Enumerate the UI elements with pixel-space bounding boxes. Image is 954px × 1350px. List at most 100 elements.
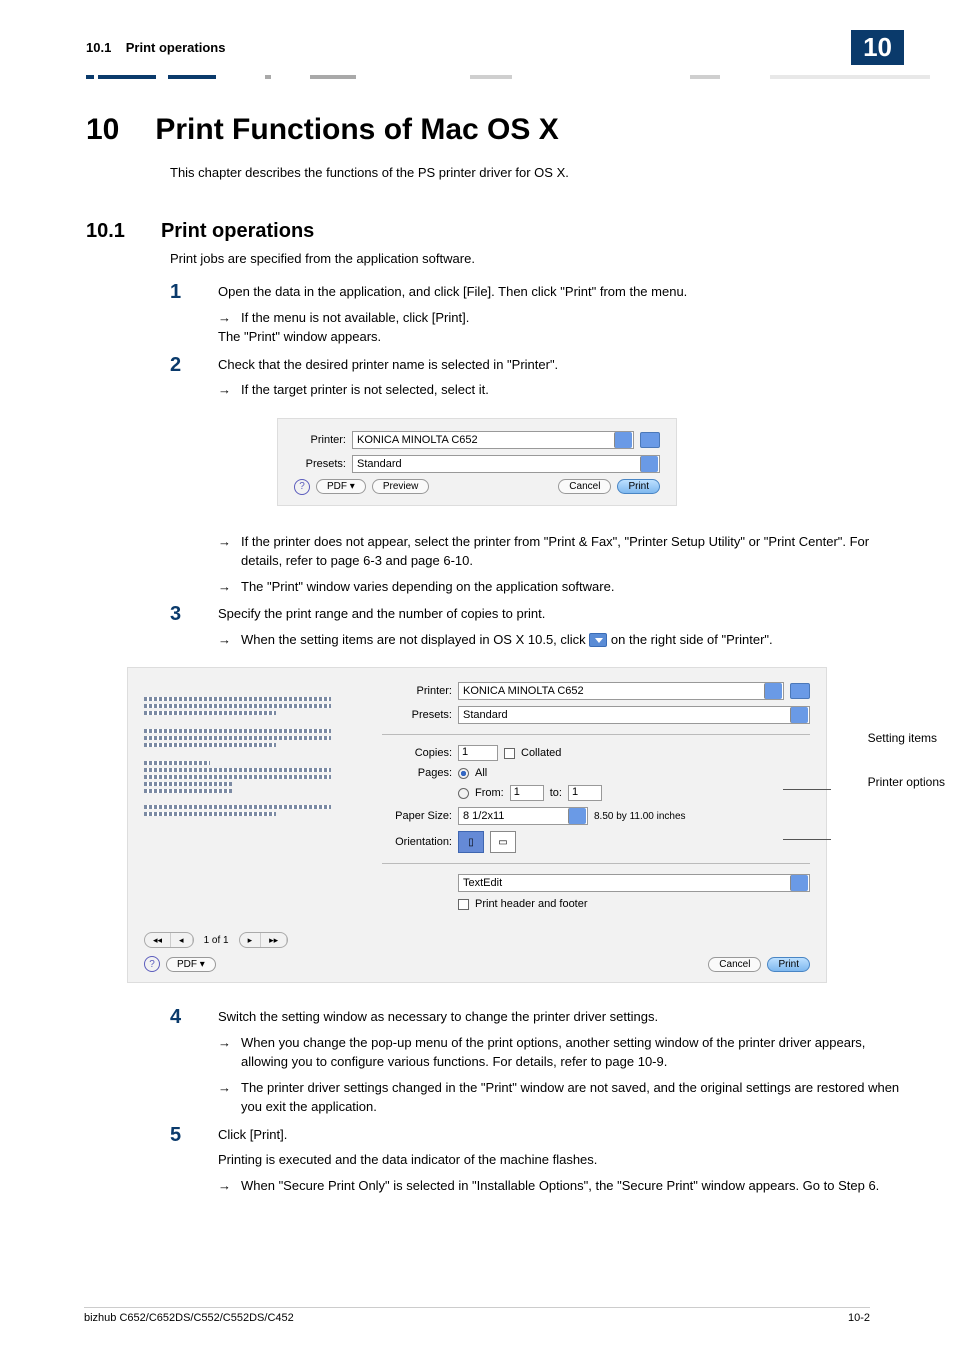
from-input[interactable]: 1	[510, 785, 544, 801]
header-footer-label: Print header and footer	[475, 898, 588, 910]
page-running-header: 10.1 Print operations 10	[50, 30, 904, 65]
collated-label: Collated	[521, 747, 561, 759]
pages-all-radio[interactable]	[458, 768, 469, 779]
page-nav-next-last[interactable]: ▸▸▸	[239, 932, 289, 948]
expand-toggle-button[interactable]	[640, 432, 660, 448]
callout-printer-options: Printer options	[868, 775, 945, 789]
step-number-4: 4	[170, 1007, 194, 1027]
step-1-text: Open the data in the application, and cl…	[218, 282, 904, 302]
step-2-text: Check that the desired printer name is s…	[218, 355, 904, 375]
print-dialog-expanded: Printer: KONICA MINOLTA C652 Presets: St…	[127, 667, 827, 983]
printer-label: Printer:	[382, 685, 452, 697]
step-5-text: Click [Print].	[218, 1125, 904, 1145]
step-number-5: 5	[170, 1125, 194, 1145]
arrow-icon: →	[218, 1033, 231, 1072]
header-footer-checkbox[interactable]	[458, 899, 469, 910]
section-title-text: Print operations	[161, 220, 314, 243]
help-icon[interactable]: ?	[294, 479, 310, 495]
from-label: From:	[475, 787, 504, 799]
step-2-bullet-3: The "Print" window varies depending on t…	[241, 577, 614, 597]
last-page-icon: ▸▸	[261, 933, 287, 947]
preview-button[interactable]: Preview	[372, 479, 430, 494]
printer-select[interactable]: KONICA MINOLTA C652	[458, 682, 784, 700]
papersize-dims: 8.50 by 11.00 inches	[594, 811, 686, 822]
chapter-number: 10	[86, 113, 119, 147]
arrow-icon: →	[218, 308, 231, 328]
select-endcap-icon	[790, 875, 808, 891]
arrow-icon: →	[218, 532, 231, 571]
select-endcap-icon	[614, 432, 632, 448]
presets-label: Presets:	[294, 458, 346, 470]
footer-model: bizhub C652/C652DS/C552/C552DS/C452	[84, 1312, 294, 1324]
step-3: 3 Specify the print range and the number…	[170, 604, 904, 649]
presets-label: Presets:	[382, 709, 452, 721]
step-4: 4 Switch the setting window as necessary…	[170, 1007, 904, 1117]
callout-leader-line	[783, 789, 831, 790]
step-4-bullet-2: The printer driver settings changed in t…	[241, 1078, 904, 1117]
section-description: Print jobs are specified from the applic…	[170, 251, 904, 266]
step-1-after: The "Print" window appears.	[218, 327, 904, 347]
papersize-label: Paper Size:	[382, 810, 452, 822]
select-endcap-icon	[640, 456, 658, 472]
orientation-landscape-button[interactable]: ▭	[490, 831, 516, 853]
header-section-number: 10.1	[86, 40, 111, 55]
next-page-icon: ▸	[240, 933, 262, 947]
step-1-bullet-1: If the menu is not available, click [Pri…	[241, 308, 469, 328]
orientation-label: Orientation:	[382, 836, 452, 848]
pdf-menu-button[interactable]: PDF ▾	[316, 479, 366, 494]
collated-checkbox[interactable]	[504, 748, 515, 759]
header-section-name: Print operations	[126, 40, 226, 55]
document-preview-pane	[144, 682, 364, 916]
section-number: 10.1	[86, 220, 125, 243]
printer-options-select[interactable]: TextEdit	[458, 874, 810, 892]
arrow-icon: →	[218, 630, 231, 650]
cancel-button[interactable]: Cancel	[558, 479, 611, 494]
landscape-icon: ▭	[498, 837, 507, 848]
print-button[interactable]: Print	[617, 479, 660, 494]
print-dialog-collapsed: Printer: KONICA MINOLTA C652 Presets: St…	[277, 418, 677, 506]
pdf-menu-button[interactable]: PDF ▾	[166, 957, 216, 972]
step-5: 5 Click [Print]. Printing is executed an…	[170, 1125, 904, 1196]
footer-page-number: 10-2	[848, 1312, 870, 1324]
step-number-3: 3	[170, 604, 194, 624]
step-2-bullet-1: If the target printer is not selected, s…	[241, 380, 489, 400]
step-5-bullet-1: When "Secure Print Only" is selected in …	[241, 1176, 879, 1196]
chapter-heading: 10 Print Functions of Mac OS X	[86, 113, 904, 147]
step-3-text: Specify the print range and the number o…	[218, 604, 904, 624]
callout-setting-items: Setting items	[868, 731, 945, 745]
page-nav-first-prev[interactable]: ◂◂◂	[144, 932, 194, 948]
prev-page-icon: ◂	[171, 933, 193, 947]
presets-select[interactable]: Standard	[458, 706, 810, 724]
select-endcap-icon	[568, 808, 586, 824]
arrow-icon: →	[218, 1176, 231, 1196]
step-number-1: 1	[170, 282, 194, 302]
expand-triangle-icon	[589, 633, 607, 647]
chapter-description: This chapter describes the functions of …	[170, 165, 904, 180]
pages-from-radio[interactable]	[458, 788, 469, 799]
print-button[interactable]: Print	[767, 957, 810, 972]
presets-select[interactable]: Standard	[352, 455, 660, 473]
pages-label: Pages:	[382, 767, 452, 779]
step-number-2: 2	[170, 355, 194, 375]
papersize-select[interactable]: 8 1/2x11	[458, 807, 588, 825]
pages-all-label: All	[475, 767, 487, 779]
to-label: to:	[550, 787, 562, 799]
page-footer: bizhub C652/C652DS/C552/C552DS/C452 10-2	[84, 1307, 870, 1324]
select-endcap-icon	[764, 683, 782, 699]
header-rule-decoration	[50, 75, 904, 83]
help-icon[interactable]: ?	[144, 956, 160, 972]
printer-label: Printer:	[294, 434, 346, 446]
copies-label: Copies:	[382, 747, 452, 759]
first-page-icon: ◂◂	[145, 933, 171, 947]
collapse-toggle-button[interactable]	[790, 683, 810, 699]
to-input[interactable]: 1	[568, 785, 602, 801]
section-heading: 10.1 Print operations	[86, 220, 904, 243]
orientation-portrait-button[interactable]: ▯	[458, 831, 484, 853]
step-1: 1 Open the data in the application, and …	[170, 282, 904, 347]
copies-input[interactable]: 1	[458, 745, 498, 761]
portrait-icon: ▯	[468, 837, 474, 848]
printer-select[interactable]: KONICA MINOLTA C652	[352, 431, 634, 449]
step-2-continued: →If the printer does not appear, select …	[170, 526, 904, 597]
step-4-text: Switch the setting window as necessary t…	[218, 1007, 904, 1027]
cancel-button[interactable]: Cancel	[708, 957, 761, 972]
